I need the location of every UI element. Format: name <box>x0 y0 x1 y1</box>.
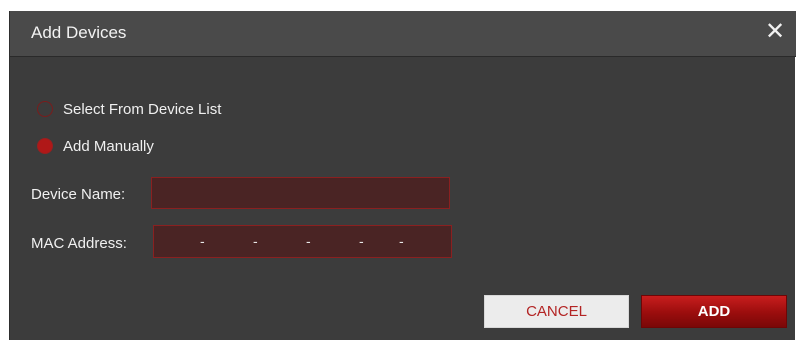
mac-segment-6[interactable] <box>410 226 446 257</box>
dialog-title: Add Devices <box>31 23 127 42</box>
device-name-field[interactable] <box>151 177 450 209</box>
mac-separator: - <box>306 233 311 249</box>
add-devices-dialog: Add Devices ✕ Select From Device List Ad… <box>9 11 796 340</box>
mac-segment-4[interactable] <box>318 226 354 257</box>
add-button[interactable]: ADD <box>641 295 787 328</box>
option-label-add-manually: Add Manually <box>63 137 154 155</box>
option-add-manually[interactable]: Add Manually <box>37 136 154 156</box>
cancel-button[interactable]: CANCEL <box>484 295 629 328</box>
radio-select-from-list[interactable] <box>37 101 53 117</box>
mac-segment-1[interactable] <box>158 226 194 257</box>
mac-address-field: - - - - - <box>153 225 452 258</box>
option-label-select-from-list: Select From Device List <box>63 100 222 118</box>
mac-separator: - <box>253 233 258 249</box>
mac-separator: - <box>359 233 364 249</box>
close-icon[interactable]: ✕ <box>764 19 786 45</box>
mac-separator: - <box>399 233 404 249</box>
mac-segment-2[interactable] <box>212 226 248 257</box>
device-name-label: Device Name: <box>31 186 126 203</box>
dialog-titlebar: Add Devices ✕ <box>10 11 796 57</box>
option-select-from-device-list[interactable]: Select From Device List <box>37 99 221 119</box>
mac-separator: - <box>200 233 205 249</box>
radio-add-manually[interactable] <box>37 138 53 154</box>
mac-address-label: MAC Address: <box>31 235 127 252</box>
mac-segment-3[interactable] <box>264 226 300 257</box>
